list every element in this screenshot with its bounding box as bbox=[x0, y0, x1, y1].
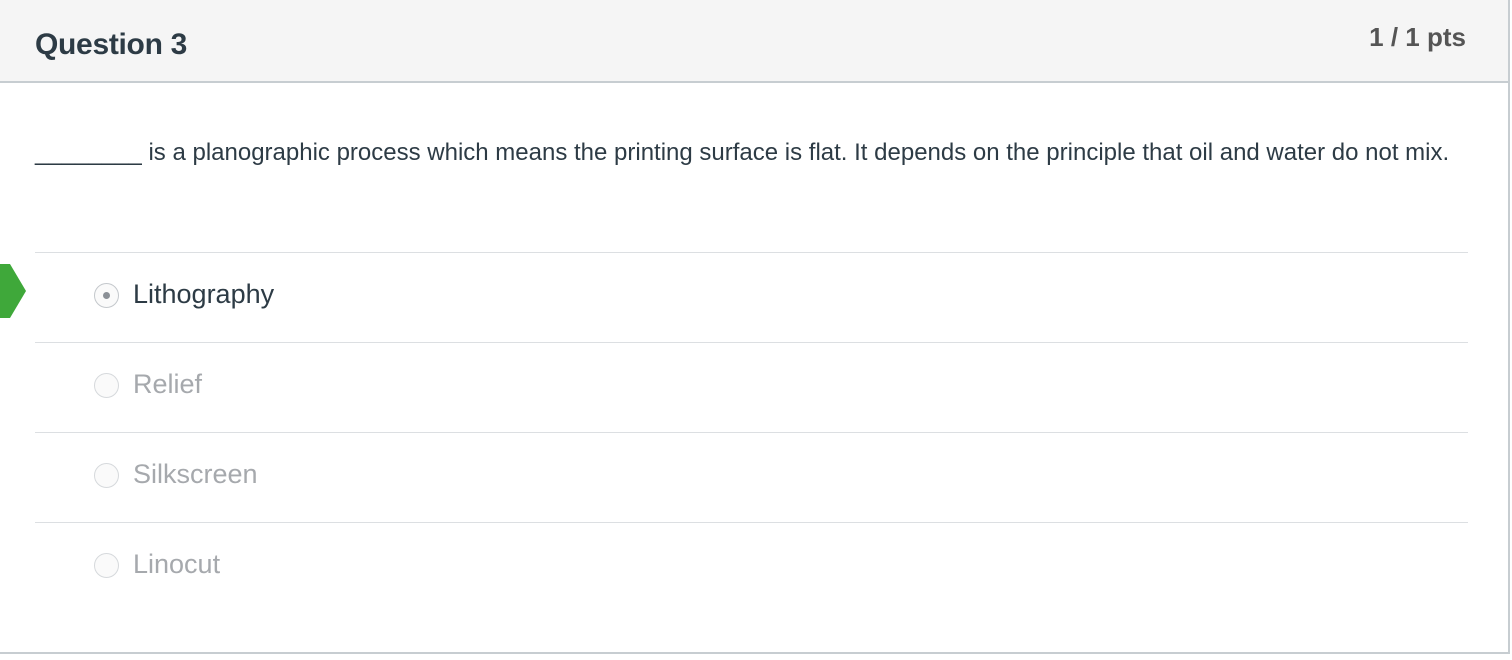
answer-option-lithography[interactable]: Lithography bbox=[35, 252, 1468, 342]
question-header: Question 3 1 / 1 pts bbox=[0, 0, 1508, 83]
question-title: Question 3 bbox=[35, 28, 188, 61]
answer-option-silkscreen[interactable]: Silkscreen bbox=[35, 432, 1468, 522]
radio-button[interactable] bbox=[94, 373, 119, 398]
question-text: ________ is a planographic process which… bbox=[35, 139, 1450, 166]
answer-label[interactable]: Linocut bbox=[133, 549, 220, 580]
answer-option-relief[interactable]: Relief bbox=[35, 342, 1468, 432]
answer-label[interactable]: Silkscreen bbox=[133, 459, 258, 490]
radio-button[interactable] bbox=[94, 553, 119, 578]
answer-label[interactable]: Relief bbox=[133, 369, 202, 400]
answer-option-linocut[interactable]: Linocut bbox=[35, 522, 1468, 612]
question-card: Question 3 1 / 1 pts ________ is a plano… bbox=[0, 0, 1510, 654]
radio-button[interactable] bbox=[94, 463, 119, 488]
answer-label[interactable]: Lithography bbox=[133, 279, 274, 310]
answer-list: Lithography Relief Silkscreen Linocut bbox=[35, 252, 1468, 612]
radio-button-selected[interactable] bbox=[94, 283, 119, 308]
question-points: 1 / 1 pts bbox=[1369, 22, 1466, 52]
correct-answer-arrow-icon bbox=[0, 264, 26, 318]
